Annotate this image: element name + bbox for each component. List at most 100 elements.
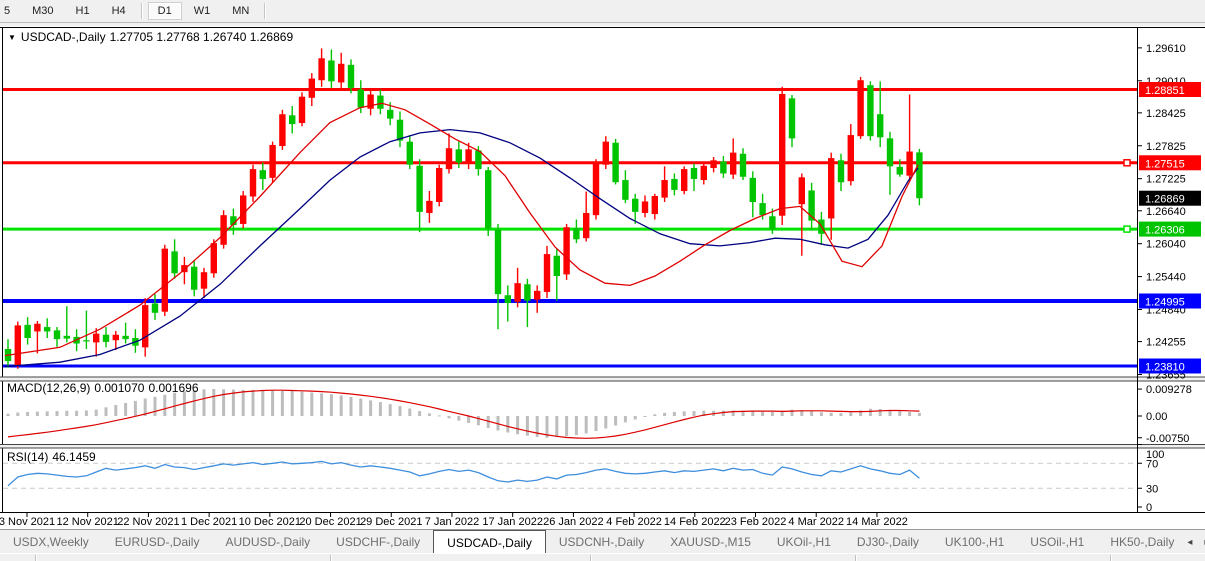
candle	[887, 138, 893, 166]
tab-usdchf-daily[interactable]: USDCHF-,Daily	[323, 530, 433, 554]
macd-axis-label: 0.00	[1146, 411, 1167, 423]
candle	[24, 325, 30, 338]
date-axis-label: 10 Dec 2021	[239, 516, 301, 528]
price-tag-1.23810: 1.23810	[1145, 361, 1185, 373]
candle	[622, 180, 628, 200]
price-tag-1.24995: 1.24995	[1145, 297, 1185, 309]
status-bar-separator	[855, 555, 857, 561]
candle	[769, 216, 775, 229]
tab-ukoil-h1[interactable]: UKOil-,H1	[764, 530, 844, 554]
candle	[142, 305, 148, 347]
candle	[152, 303, 158, 312]
candle	[387, 110, 393, 119]
tab-hk50-daily[interactable]: HK50-,Daily	[1097, 530, 1187, 554]
date-axis-label: 3 Nov 2021	[0, 516, 55, 528]
timeframe-button-d1[interactable]: D1	[148, 2, 182, 20]
candle	[799, 177, 805, 204]
tab-usdx-weekly[interactable]: USDX,Weekly	[0, 530, 102, 554]
tab-dj30-daily[interactable]: DJ30-,Daily	[844, 530, 932, 554]
candle	[750, 178, 756, 202]
candle	[642, 201, 648, 213]
candle	[407, 142, 413, 165]
tab-xauusd-m15[interactable]: XAUUSD-,M15	[657, 530, 764, 554]
candle	[691, 168, 697, 179]
candle	[103, 335, 109, 342]
candle	[779, 94, 785, 216]
candle	[681, 169, 687, 191]
timeframe-button-m30[interactable]: M30	[22, 2, 63, 20]
price-axis-label: 1.26640	[1146, 206, 1186, 218]
tab-uk100-h1[interactable]: UK100-,H1	[932, 530, 1017, 554]
tab-usdcad-daily[interactable]: USDCAD-,Daily	[433, 530, 546, 554]
tab-audusd-daily[interactable]: AUDUSD-,Daily	[212, 530, 323, 554]
candle	[544, 254, 550, 292]
candle	[867, 85, 873, 136]
chart-ohlc-values: 1.27705 1.27768 1.26740 1.26869	[110, 30, 294, 44]
candle	[828, 158, 834, 218]
date-axis-label: 14 Feb 2022	[664, 516, 726, 528]
candle	[720, 161, 726, 173]
candle	[191, 267, 197, 290]
date-axis-label: 23 Feb 2022	[725, 516, 787, 528]
candle	[661, 180, 667, 198]
candle	[652, 196, 658, 214]
rsi-indicator-label: RSI(14)46.1459	[7, 450, 100, 464]
candle	[789, 98, 795, 138]
timeframe-toolbar: 5M30H1H4 D1W1MN	[0, 0, 1205, 23]
candle	[612, 143, 618, 182]
candle	[377, 96, 383, 109]
tabs-scroll-left-button[interactable]: ◂	[1187, 537, 1192, 548]
candle	[299, 97, 305, 123]
candle	[897, 167, 903, 175]
chart-title: ▼USDCAD-,Daily1.27705 1.27768 1.26740 1.…	[8, 30, 297, 44]
price-axis-label: 1.27225	[1146, 174, 1186, 186]
candle	[603, 142, 609, 165]
price-tag-1.26306: 1.26306	[1145, 225, 1185, 237]
rsi-axis-label: 0	[1146, 502, 1152, 514]
candle	[201, 272, 207, 288]
timeframe-button-mn[interactable]: MN	[222, 2, 259, 20]
status-bar-separator	[330, 555, 332, 561]
price-axis-label: 1.29610	[1146, 43, 1186, 55]
timeframe-button-5[interactable]: 5	[0, 2, 20, 20]
date-axis-label: 20 Dec 2021	[299, 516, 361, 528]
pane-separator[interactable]	[0, 445, 1205, 449]
chart-background	[0, 26, 1205, 529]
candle	[563, 227, 569, 274]
date-axis-label: 29 Dec 2021	[360, 516, 422, 528]
timeframe-button-h4[interactable]: H4	[102, 2, 136, 20]
macd-main-value: 0.001070	[94, 381, 144, 395]
rsi-axis-label: 70	[1146, 458, 1158, 470]
candle	[475, 150, 481, 169]
tab-usoil-h1[interactable]: USOil-,H1	[1017, 530, 1097, 554]
status-bar-separator	[1110, 555, 1112, 561]
candle	[113, 335, 119, 340]
candle	[632, 199, 638, 212]
timeframe-button-w1[interactable]: W1	[184, 2, 221, 20]
timeframe-button-h1[interactable]: H1	[66, 2, 100, 20]
tab-scroll-controls: ◂▸	[1187, 530, 1205, 554]
candle	[240, 195, 246, 224]
candle	[436, 168, 442, 202]
tab-eurusd-daily[interactable]: EURUSD-,Daily	[102, 530, 213, 554]
candle	[348, 65, 354, 88]
line-handle-1.26306[interactable]	[1124, 226, 1130, 232]
candle	[260, 170, 266, 179]
candle	[485, 170, 491, 228]
candle	[171, 251, 177, 273]
candle	[446, 148, 452, 169]
line-handle-1.27515[interactable]	[1124, 160, 1130, 166]
candle	[426, 201, 432, 213]
candle	[495, 229, 501, 294]
candle	[465, 149, 471, 163]
status-bar-separator	[35, 555, 37, 561]
candle	[318, 58, 324, 80]
macd-axis-label: 0.009278	[1146, 384, 1192, 396]
candle	[220, 215, 226, 245]
candle	[848, 135, 854, 181]
toolbar-separator	[264, 3, 266, 19]
chart-dropdown-icon[interactable]: ▼	[8, 33, 16, 42]
candle	[279, 114, 285, 146]
price-chart-canvas[interactable]: 1.296101.290101.284251.278251.272251.266…	[0, 26, 1205, 529]
tab-usdcnh-daily[interactable]: USDCNH-,Daily	[546, 530, 657, 554]
